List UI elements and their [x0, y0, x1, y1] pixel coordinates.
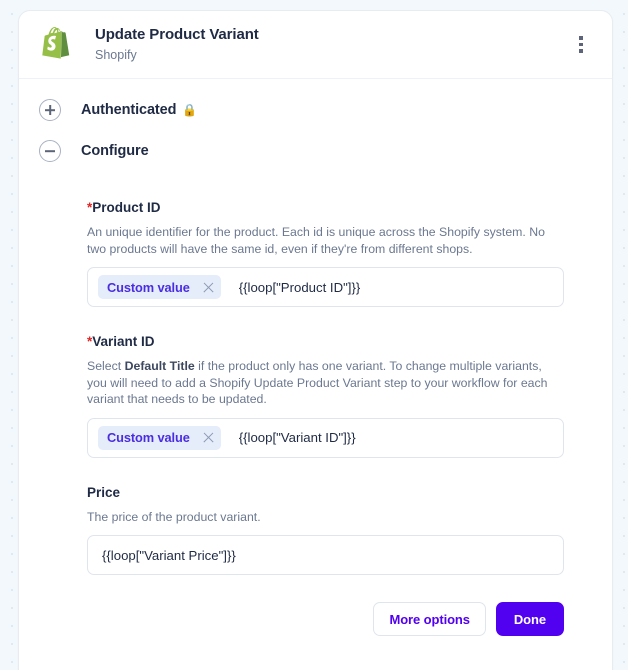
desc-bold: Default Title: [124, 359, 195, 373]
field-price-label: Price: [87, 484, 121, 500]
kebab-dot: [579, 42, 583, 47]
field-label-text: Variant ID: [92, 334, 155, 349]
panel-actions: More options Done: [19, 575, 612, 636]
kebab-dot: [579, 49, 583, 53]
product-id-input[interactable]: Custom value {{loop["Product ID"]}}: [87, 267, 564, 307]
field-price-description: The price of the product variant.: [87, 509, 261, 524]
custom-value-chip-label: Custom value: [107, 279, 190, 295]
header-text-group: Update Product Variant Shopify: [95, 26, 568, 63]
close-icon[interactable]: [202, 431, 215, 444]
plus-circle-icon[interactable]: [39, 99, 61, 121]
section-authenticated[interactable]: Authenticated 🔒: [19, 90, 612, 130]
field-product-id-description: An unique identifier for the product. Ea…: [87, 225, 545, 256]
custom-value-chip[interactable]: Custom value: [98, 275, 221, 299]
more-options-button[interactable]: More options: [373, 602, 486, 636]
field-variant-id-description: Select Default Title if the product only…: [87, 358, 564, 408]
step-title: Update Product Variant: [95, 26, 259, 43]
field-product-id-label: *Product ID: [87, 199, 564, 217]
step-configuration-panel: Update Product Variant Shopify Authentic…: [18, 10, 613, 670]
field-variant-id-label: *Variant ID: [87, 333, 564, 351]
field-variant-id: *Variant ID Select Default Title if the …: [87, 333, 564, 458]
custom-value-chip[interactable]: Custom value: [98, 425, 221, 450]
done-button[interactable]: Done: [495, 602, 564, 636]
variant-id-input-value: {{loop["Variant ID"]}}: [238, 430, 356, 445]
minus-circle-icon[interactable]: [39, 140, 61, 162]
step-app-name: Shopify: [95, 48, 137, 62]
field-label-text: Product ID: [92, 200, 161, 215]
section-configure-label: Configure: [81, 143, 149, 159]
close-icon[interactable]: [202, 281, 215, 294]
kebab-dot: [579, 36, 583, 40]
section-authenticated-label: Authenticated: [81, 102, 177, 118]
configure-fields: *Product ID An unique identifier for the…: [19, 171, 612, 575]
panel-header: Update Product Variant Shopify: [19, 11, 612, 79]
section-configure[interactable]: Configure: [19, 131, 612, 171]
custom-value-chip-label: Custom value: [107, 430, 190, 445]
product-id-input-value: {{loop["Product ID"]}}: [238, 279, 361, 295]
price-input-value: {{loop["Variant Price"]}}: [102, 547, 236, 563]
desc-pre: Select: [87, 359, 125, 373]
price-input[interactable]: {{loop["Variant Price"]}}: [87, 535, 564, 575]
field-product-id: *Product ID An unique identifier for the…: [87, 199, 564, 307]
field-price: Price The price of the product variant. …: [87, 484, 564, 575]
lock-icon: 🔒: [182, 103, 198, 117]
variant-id-input[interactable]: Custom value {{loop["Variant ID"]}}: [87, 417, 564, 458]
shopify-bag-icon: [39, 25, 79, 65]
kebab-menu-icon[interactable]: [568, 31, 594, 59]
